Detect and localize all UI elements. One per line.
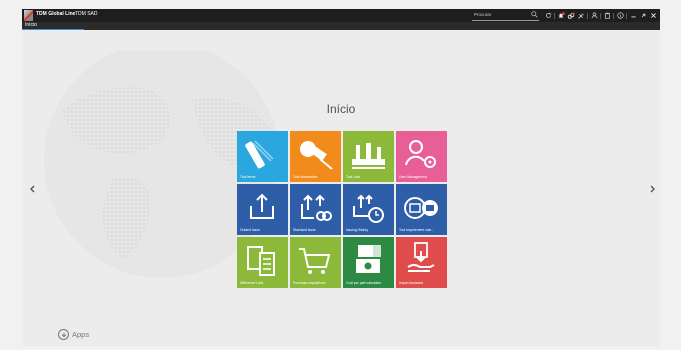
- titlebar-toolbar: [544, 10, 659, 21]
- tile-standard-issue[interactable]: Standard Issue: [290, 184, 341, 235]
- tile-label: Tool Lists: [346, 175, 361, 179]
- app-window: TDM Global Line TDM SAD Procurar Início …: [22, 9, 660, 346]
- tile-guided-issue[interactable]: Guided Issue: [237, 184, 288, 235]
- apps-button[interactable]: Apps: [58, 329, 89, 340]
- tab-bar: Início: [22, 22, 660, 30]
- home-page: Início Tool Items Tool Assemblies Tool L…: [22, 30, 660, 346]
- tile-user-management[interactable]: User Management: [396, 131, 447, 182]
- tile-label: User Management: [399, 175, 427, 179]
- tile-label: Difference Lists: [240, 281, 264, 285]
- tile-difference-lists[interactable]: Difference Lists: [237, 237, 288, 288]
- previous-page-arrow[interactable]: [27, 183, 37, 195]
- chevron-right-icon: [650, 185, 655, 193]
- app-title: TDM Global Line: [36, 11, 76, 17]
- info-icon[interactable]: [616, 12, 624, 20]
- tile-tool-requirement-calc[interactable]: Tool requirement calc...: [396, 184, 447, 235]
- search-box[interactable]: [472, 10, 539, 21]
- app-logo-icon: [24, 10, 33, 21]
- tile-label: Tool Items: [240, 175, 256, 179]
- user-icon[interactable]: [590, 12, 598, 20]
- tile-tool-assemblies[interactable]: Tool Assemblies: [290, 131, 341, 182]
- tile-label: Tool Assemblies: [293, 175, 318, 179]
- minimize-icon[interactable]: [629, 12, 637, 20]
- tools-icon[interactable]: [577, 12, 585, 20]
- page-title: Início: [326, 102, 356, 116]
- apps-label: Apps: [72, 330, 90, 339]
- refresh-icon[interactable]: [544, 12, 552, 20]
- next-page-arrow[interactable]: [648, 183, 658, 195]
- title-bar: TDM Global Line TDM SAD: [22, 9, 660, 22]
- clipboard-icon[interactable]: [603, 12, 611, 20]
- toolbar-divider: [554, 12, 555, 19]
- arrow-down-circle-icon: [58, 329, 69, 340]
- link-icon[interactable]: [567, 12, 575, 20]
- chevron-left-icon: [30, 185, 35, 193]
- tile-purchase-requisitions[interactable]: Purchase requisitions: [290, 237, 341, 288]
- user-name: TDM SAD: [75, 11, 98, 17]
- toolbar-divider: [600, 12, 601, 19]
- close-icon[interactable]: [649, 12, 657, 20]
- tile-tool-lists[interactable]: Tool Lists: [343, 131, 394, 182]
- tile-label: Cost per part calculator: [346, 281, 382, 285]
- search-input[interactable]: [474, 11, 529, 18]
- search-icon[interactable]: [531, 11, 538, 18]
- tile-label: Issuing History: [346, 228, 369, 232]
- restore-icon[interactable]: [639, 12, 647, 20]
- tile-label: Import Assistant: [399, 281, 424, 285]
- tile-label: Standard Issue: [293, 228, 316, 232]
- tile-tool-items[interactable]: Tool Items: [237, 131, 288, 182]
- screen: TDM Global Line TDM SAD Procurar Início …: [0, 0, 681, 350]
- toolbar-divider: [587, 12, 588, 19]
- notification-bell-icon[interactable]: [557, 11, 565, 20]
- tile-label: Guided Issue: [240, 228, 260, 232]
- tile-issuing-history[interactable]: Issuing History: [343, 184, 394, 235]
- toolbar-divider: [626, 12, 627, 19]
- toolbar-divider: [613, 12, 614, 19]
- tile-cost-per-part-calculator[interactable]: Cost per part calculator: [343, 237, 394, 288]
- tile-label: Tool requirement calc...: [399, 228, 435, 232]
- tile-label: Purchase requisitions: [293, 281, 326, 285]
- tile-import-assistant[interactable]: Import Assistant: [396, 237, 447, 288]
